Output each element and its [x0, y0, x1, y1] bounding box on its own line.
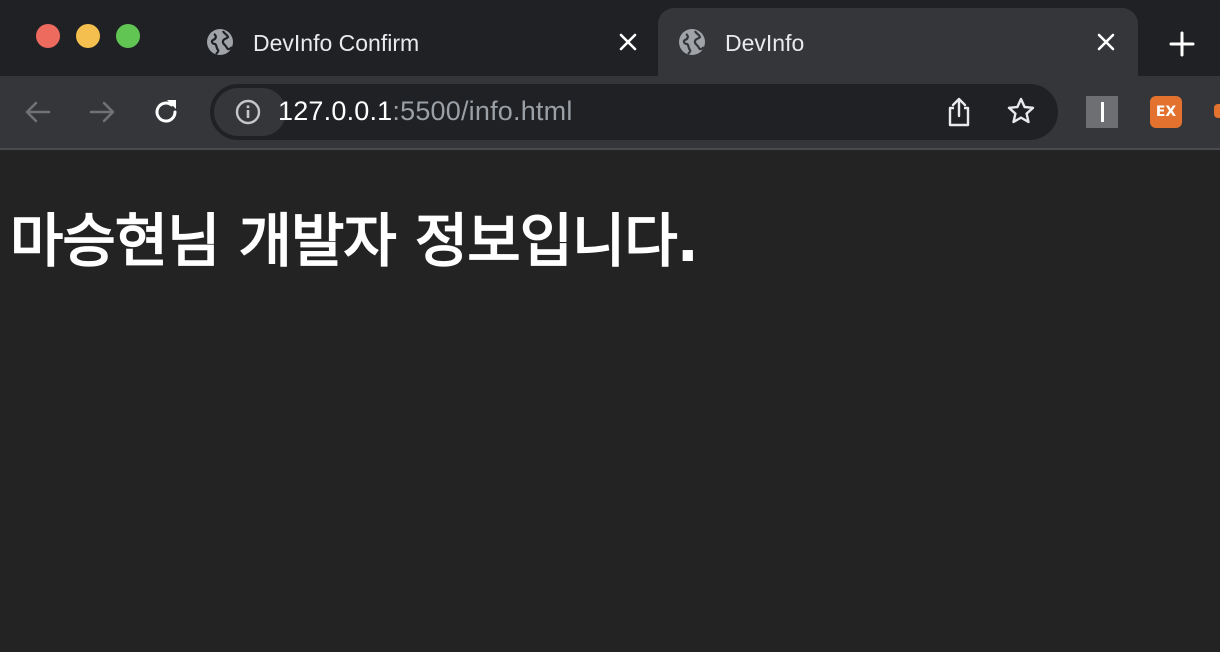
- share-icon[interactable]: [944, 96, 974, 128]
- browser-window: DevInfo Confirm DevInfo 127.0.0.1:5500/i…: [0, 0, 1220, 652]
- tab-title: DevInfo Confirm: [253, 30, 420, 56]
- plus-icon: [1169, 31, 1195, 57]
- back-button[interactable]: [22, 96, 54, 128]
- page-content: 마승현님 개발자 정보입니다.: [0, 150, 1220, 652]
- forward-button[interactable]: [86, 96, 118, 128]
- reload-icon: [155, 100, 177, 123]
- page-heading: 마승현님 개발자 정보입니다.: [10, 207, 699, 275]
- address-bar[interactable]: 127.0.0.1:5500/info.html: [210, 84, 1058, 140]
- extension-2-button[interactable]: EX: [1150, 96, 1182, 128]
- globe-icon: [678, 28, 706, 56]
- window-close-button[interactable]: [36, 24, 60, 48]
- extension-1-icon: [1100, 102, 1104, 122]
- arrow-left-icon: [25, 101, 51, 123]
- bookmark-star-icon[interactable]: [1006, 96, 1036, 126]
- extension-3-icon[interactable]: [1214, 104, 1220, 118]
- close-icon[interactable]: [616, 30, 640, 54]
- globe-icon: [206, 28, 234, 56]
- arrow-right-icon: [89, 101, 115, 123]
- new-tab-button[interactable]: [1168, 30, 1196, 58]
- tab-devinfo-confirm[interactable]: DevInfo Confirm: [186, 8, 656, 76]
- window-maximize-button[interactable]: [116, 24, 140, 48]
- toolbar: 127.0.0.1:5500/info.html EX: [0, 76, 1220, 148]
- reload-button[interactable]: [150, 96, 182, 128]
- tab-strip: DevInfo Confirm DevInfo: [0, 0, 1220, 76]
- tab-title: DevInfo: [725, 30, 805, 56]
- url-path: :5500/info.html: [392, 96, 573, 126]
- tab-devinfo[interactable]: DevInfo: [658, 8, 1138, 76]
- window-minimize-button[interactable]: [76, 24, 100, 48]
- close-icon[interactable]: [1094, 30, 1118, 54]
- url-host: 127.0.0.1: [278, 96, 393, 126]
- info-icon: [235, 99, 261, 125]
- extension-1-button[interactable]: [1086, 96, 1118, 128]
- url-text: 127.0.0.1:5500/info.html: [278, 96, 573, 127]
- site-info-button[interactable]: [214, 88, 286, 136]
